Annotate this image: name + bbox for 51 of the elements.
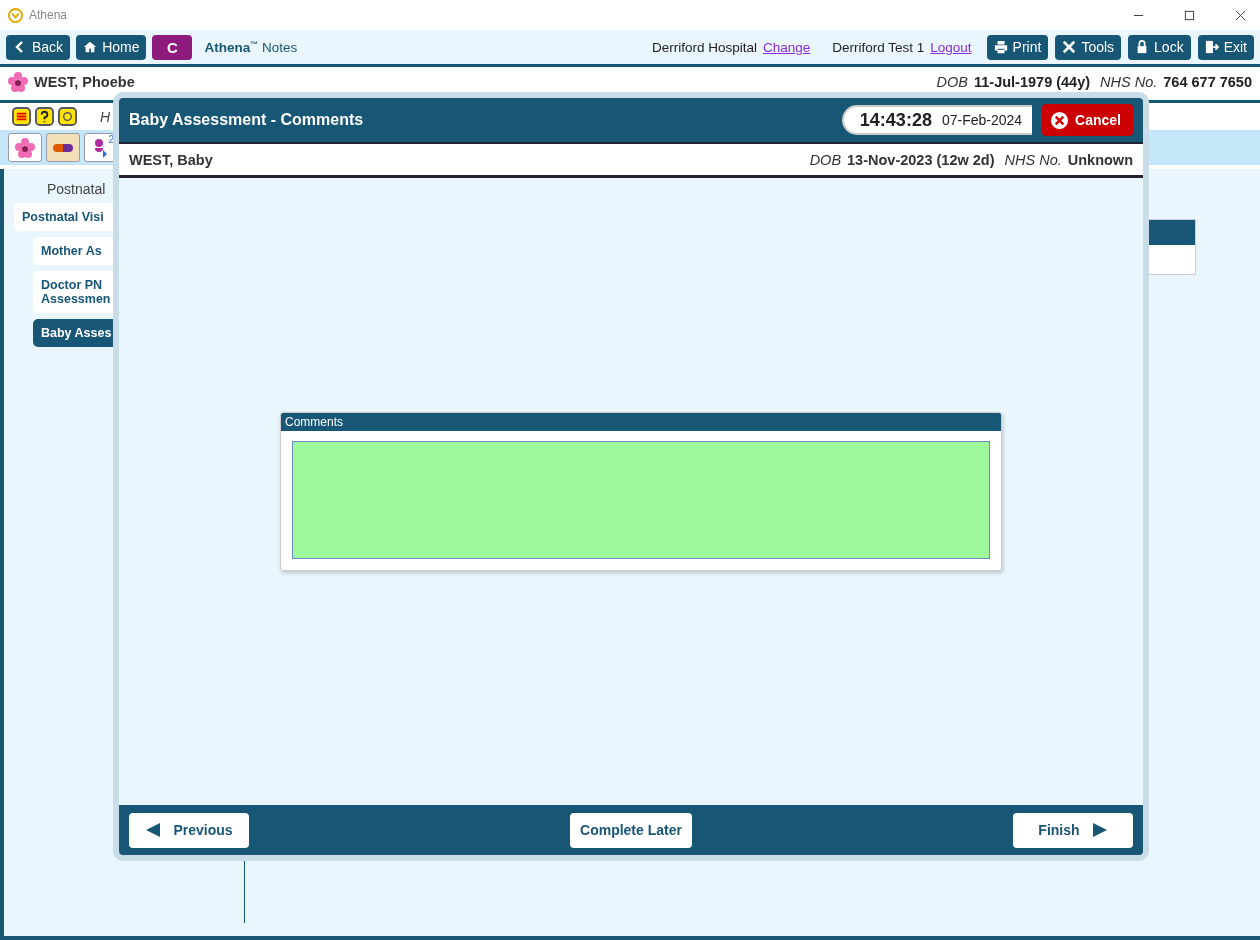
change-link[interactable]: Change — [762, 39, 811, 55]
alert-text: H — [100, 108, 111, 125]
nav-heading: Postnatal — [47, 181, 106, 197]
close-icon[interactable] — [1235, 9, 1246, 21]
tools-button[interactable]: Tools — [1055, 34, 1122, 60]
nhs-value: 764 677 7650 — [1163, 74, 1252, 90]
capsule-tab[interactable] — [46, 133, 80, 162]
back-button[interactable]: Back — [6, 34, 71, 60]
alert-icon[interactable] — [12, 107, 31, 126]
triangle-right-icon — [1091, 822, 1108, 838]
exit-button[interactable]: Exit — [1197, 34, 1254, 60]
tools-icon — [1062, 40, 1077, 54]
comments-label: Comments — [285, 415, 343, 429]
window-title: Athena — [29, 8, 68, 22]
dob-value: 11-Jul-1979 (44y) — [974, 74, 1091, 90]
home-button[interactable]: Home — [76, 34, 147, 60]
lock-button[interactable]: Lock — [1128, 34, 1191, 60]
app-logo-icon — [8, 7, 23, 23]
dob-label: DOB — [809, 151, 842, 168]
baby-icon — [94, 137, 108, 158]
flower-tab[interactable] — [8, 133, 42, 162]
close-circle-icon — [1050, 110, 1070, 130]
comments-field[interactable] — [292, 441, 990, 559]
flower-icon — [8, 72, 28, 92]
dialog-title: Baby Assessment - Comments — [129, 111, 364, 129]
user-name: Derriford Test 1 — [832, 39, 925, 55]
dob-value: 13-Nov-2023 (12w 2d) — [847, 151, 995, 168]
help-icon[interactable] — [35, 107, 54, 126]
cancel-button[interactable]: Cancel — [1042, 104, 1133, 136]
nhs-label: NHS No. — [1004, 151, 1062, 168]
nhs-value: Unknown — [1067, 151, 1133, 168]
flower-icon — [14, 137, 36, 158]
maximize-icon[interactable] — [1184, 9, 1195, 21]
logout-link[interactable]: Logout — [930, 39, 972, 55]
app-badge[interactable]: C — [152, 34, 193, 60]
print-button[interactable]: Print — [986, 34, 1049, 60]
complete-later-button[interactable]: Complete Later — [570, 812, 692, 848]
finish-button[interactable]: Finish — [1013, 812, 1133, 848]
triangle-left-icon — [145, 822, 162, 838]
hospital-name: Derriford Hospital — [651, 39, 757, 55]
capsule-icon — [51, 141, 75, 154]
home-icon — [83, 40, 98, 54]
brand-title: Athena$^{™}$ Notes — [204, 39, 298, 55]
previous-button[interactable]: Previous — [129, 812, 249, 848]
exit-door-icon — [1204, 40, 1219, 54]
baby-name: WEST, Baby — [129, 151, 213, 168]
patient-name: WEST, Phoebe — [34, 74, 135, 90]
nhs-label: NHS No. — [1100, 74, 1158, 90]
date-time-display: 14:43:28 07-Feb-2024 — [841, 105, 1033, 135]
printer-icon — [993, 40, 1008, 54]
dob-label: DOB — [936, 74, 968, 90]
